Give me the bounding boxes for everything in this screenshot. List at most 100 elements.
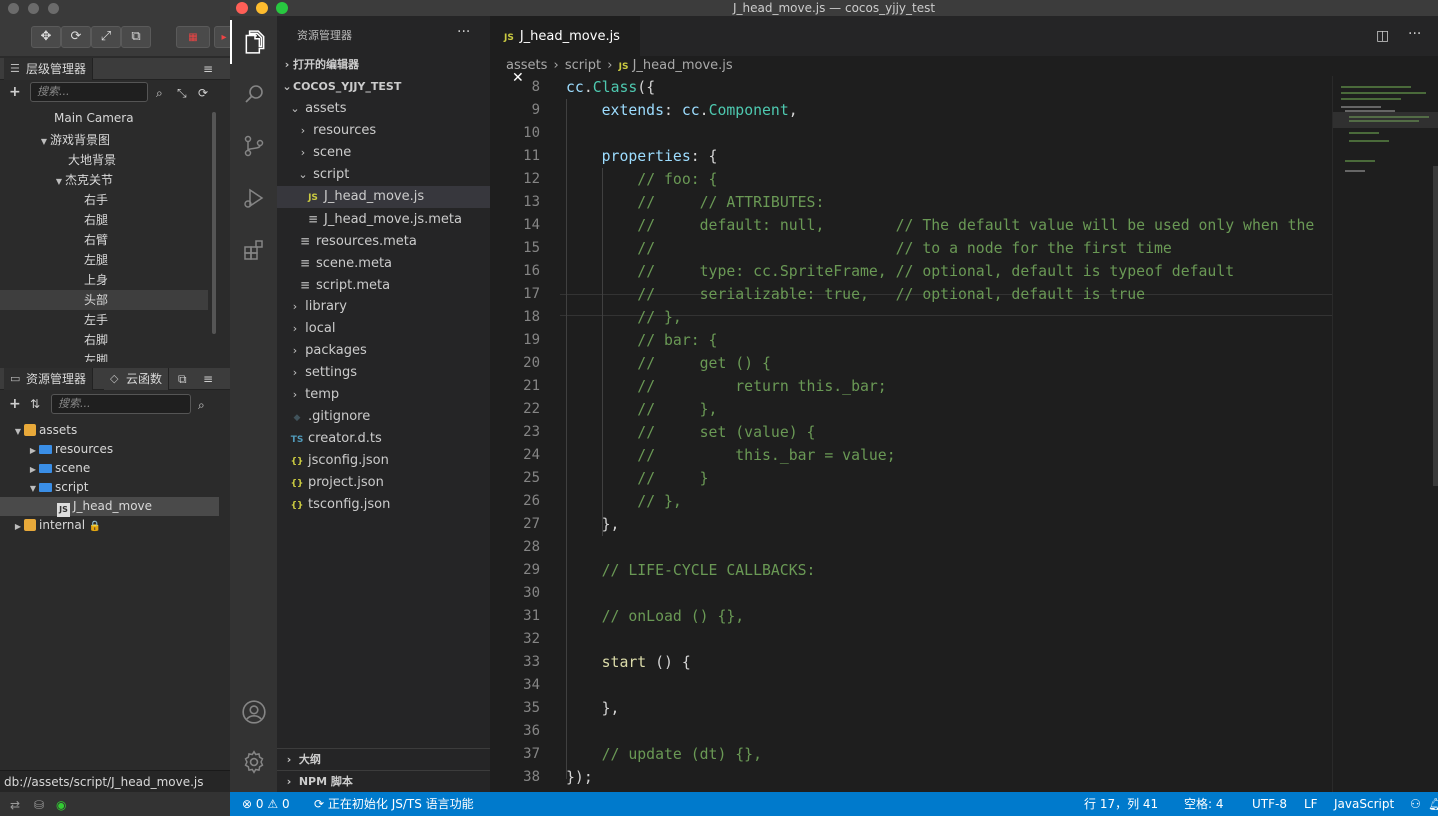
tree-folder[interactable]: › local xyxy=(277,318,490,340)
hierarchy-scrollbar[interactable] xyxy=(212,112,216,334)
window-minimize-button[interactable] xyxy=(256,2,268,14)
search-icon[interactable]: ⌕ xyxy=(156,86,163,100)
encoding-status[interactable]: UTF-8 xyxy=(1252,792,1287,816)
breadcrumb-file[interactable]: J_head_move.js xyxy=(633,58,733,73)
language-mode[interactable]: JavaScript xyxy=(1334,792,1394,816)
code-line[interactable]: // }, xyxy=(566,398,717,421)
code-line[interactable]: // this._bar = value; xyxy=(566,444,895,467)
window-zoom-button[interactable] xyxy=(48,3,59,14)
hierarchy-item[interactable]: 左手 xyxy=(0,310,214,330)
minimap[interactable] xyxy=(1332,76,1438,792)
window-close-button[interactable] xyxy=(236,2,248,14)
hierarchy-item[interactable]: 右手 xyxy=(0,190,214,210)
tree-folder[interactable]: ⌄ script xyxy=(277,164,490,186)
window-close-button[interactable] xyxy=(8,3,19,14)
outline-section[interactable]: › 大纲 xyxy=(277,748,490,770)
language-init-status[interactable]: ⟳ 正在初始化 JS/TS 语言功能 xyxy=(314,792,474,816)
code-line[interactable]: extends: cc.Component, xyxy=(566,99,798,122)
asset-item[interactable]: ▼ script xyxy=(0,478,219,497)
open-editors-section[interactable]: › 打开的编辑器 xyxy=(277,54,490,76)
project-section[interactable]: ⌄COCOS_YJJY_TEST xyxy=(277,76,490,98)
hierarchy-item-selected[interactable]: 头部 xyxy=(0,290,208,310)
tree-folder[interactable]: › library xyxy=(277,296,490,318)
rect-tool-button[interactable]: ⧉ xyxy=(121,26,151,48)
problems-indicator[interactable]: ⊗ 0 ⚠ 0 xyxy=(242,792,290,816)
code-line[interactable]: // LIFE-CYCLE CALLBACKS: xyxy=(566,559,816,582)
tree-file[interactable]: {} jsconfig.json xyxy=(277,450,490,472)
tree-file-selected[interactable]: JS J_head_move.js xyxy=(277,186,490,208)
asset-item[interactable]: ▶ internal 🔒 xyxy=(0,516,219,535)
assets-tab[interactable]: ▭ 资源管理器 xyxy=(4,368,94,390)
hierarchy-item[interactable]: 左脚 xyxy=(0,350,214,362)
code-line[interactable]: // }, xyxy=(566,490,682,513)
refresh-icon[interactable]: ⟳ xyxy=(198,86,208,100)
breadcrumb-script[interactable]: script xyxy=(565,58,601,73)
popout-icon[interactable]: ⧉ xyxy=(178,372,187,386)
tree-folder[interactable]: › scene xyxy=(277,142,490,164)
triangle-down-icon[interactable]: ▼ xyxy=(38,132,50,152)
tree-file[interactable]: ≡ scene.meta xyxy=(277,252,490,274)
hierarchy-item[interactable]: ▼ 杰克关节 xyxy=(0,170,214,190)
eol-status[interactable]: LF xyxy=(1304,792,1318,816)
cursor-position[interactable]: 行 17，列 41 xyxy=(1084,792,1158,816)
code-line[interactable]: }, xyxy=(566,513,620,536)
asset-item[interactable]: ▶ resources xyxy=(0,440,219,459)
tree-file[interactable]: ◆ .gitignore xyxy=(277,406,490,428)
tab-j-head-move[interactable]: JS J_head_move.js ✕ xyxy=(490,16,640,86)
tree-folder[interactable]: › temp xyxy=(277,384,490,406)
hierarchy-item[interactable]: 左腿 xyxy=(0,250,214,270)
code-editor[interactable]: 8 cc.Class({9 extends: cc.Component, 10 11 … xyxy=(490,76,1332,792)
hierarchy-tab[interactable]: ☰ 层级管理器 xyxy=(4,58,94,80)
code-line[interactable]: // type: cc.SpriteFrame, // optional, de… xyxy=(566,260,1234,283)
more-actions-icon[interactable]: ··· xyxy=(1408,26,1421,42)
window-minimize-button[interactable] xyxy=(28,3,39,14)
sort-icon[interactable]: ⇅ xyxy=(30,397,40,411)
tree-file[interactable]: {} tsconfig.json xyxy=(277,494,490,516)
hierarchy-item[interactable]: 右臂 xyxy=(0,230,214,250)
code-line[interactable]: // get () { xyxy=(566,352,771,375)
tree-file[interactable]: ≡ J_head_move.js.meta xyxy=(277,208,490,230)
cloud-function-tab[interactable]: ◇ 云函数 xyxy=(104,368,170,390)
database-icon[interactable]: ⛁ xyxy=(34,798,44,812)
source-control-activity-button[interactable] xyxy=(230,124,277,168)
asset-item[interactable]: ▶ scene xyxy=(0,459,219,478)
tree-file[interactable]: TS creator.d.ts xyxy=(277,428,490,450)
accounts-activity-button[interactable] xyxy=(230,690,277,734)
window-zoom-button[interactable] xyxy=(276,2,288,14)
triangle-down-icon[interactable]: ▼ xyxy=(27,479,39,498)
add-asset-icon[interactable]: + xyxy=(9,397,21,411)
tree-folder[interactable]: › packages xyxy=(277,340,490,362)
tree-file[interactable]: {} project.json xyxy=(277,472,490,494)
code-line[interactable]: // set (value) { xyxy=(566,421,815,444)
code-line[interactable]: // bar: { xyxy=(566,329,717,352)
more-actions-icon[interactable]: ··· xyxy=(457,24,470,40)
code-line[interactable]: // foo: { xyxy=(566,168,717,191)
asset-item-selected[interactable]: JS J_head_move xyxy=(0,497,219,517)
indentation-status[interactable]: 空格: 4 xyxy=(1184,792,1224,816)
triangle-right-icon[interactable]: ▶ xyxy=(12,517,24,536)
add-node-icon[interactable]: + xyxy=(9,85,21,99)
asset-item[interactable]: ▼ assets xyxy=(0,421,219,440)
code-line[interactable]: // onLoad () {}, xyxy=(566,605,745,628)
tree-folder[interactable]: ⌄ assets xyxy=(277,98,490,120)
vertical-scrollbar[interactable] xyxy=(1433,166,1438,486)
code-line[interactable]: // default: null, // The default value w… xyxy=(566,214,1314,237)
manage-activity-button[interactable] xyxy=(230,740,277,784)
hierarchy-item[interactable]: 大地背景 xyxy=(0,150,214,170)
tree-folder[interactable]: › settings xyxy=(277,362,490,384)
npm-scripts-section[interactable]: › NPM 脚本 xyxy=(277,770,490,792)
sync-icon[interactable]: ⇄ xyxy=(10,798,20,812)
hierarchy-search-input[interactable]: 搜索... xyxy=(30,82,148,102)
collapse-icon[interactable]: ⤡ xyxy=(177,86,187,100)
explorer-activity-button[interactable] xyxy=(230,20,277,64)
scale-tool-button[interactable]: ⤢ xyxy=(91,26,121,48)
code-line[interactable]: // } xyxy=(566,467,708,490)
triangle-right-icon[interactable]: ▶ xyxy=(27,441,39,460)
hierarchy-item[interactable]: 右脚 xyxy=(0,330,214,350)
code-line[interactable]: // }, xyxy=(566,306,682,329)
code-line[interactable]: // return this._bar; xyxy=(566,375,886,398)
split-editor-icon[interactable]: ◫ xyxy=(1376,28,1389,44)
notifications-icon[interactable]: 🔔︎ xyxy=(1428,792,1438,816)
code-line[interactable]: }, xyxy=(566,697,620,720)
hierarchy-item[interactable]: Main Camera xyxy=(0,108,214,128)
